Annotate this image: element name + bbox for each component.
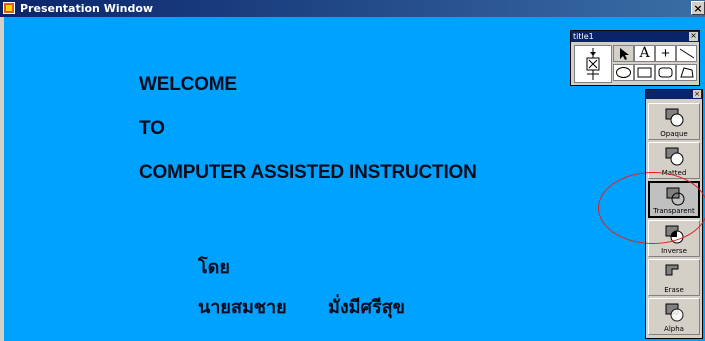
close-window-button[interactable]: × [691,1,705,15]
opaque-icon [665,108,684,127]
author-first-name: นายสมชาย [198,297,287,318]
to-heading: TO [139,118,165,139]
alpha-icon [665,303,684,322]
ink-erase-button[interactable]: Erase [648,259,700,296]
welcome-heading: WELCOME [139,74,237,95]
tool-palette-titlebar[interactable]: title1 × [571,31,699,42]
rectangle-tool-icon[interactable] [634,64,655,81]
ink-panel-titlebar[interactable]: × [646,90,702,99]
ink-inverse-button[interactable]: Inverse [648,220,700,257]
window-title: Presentation Window [20,2,154,15]
rounded-rectangle-tool-icon[interactable] [655,64,676,81]
ink-transparent-button[interactable]: Transparent [648,181,700,218]
ink-opaque-label: Opaque [660,130,688,138]
polygon-tool-icon[interactable] [676,64,697,81]
line-tool-icon[interactable] [676,45,697,62]
cast-member-icon[interactable] [574,45,612,83]
crosshair-tool-icon[interactable]: + [655,45,676,62]
matted-icon [665,147,684,166]
transparent-icon [666,187,685,206]
inverse-icon [665,225,684,244]
ink-transparent-label: Transparent [653,207,695,215]
ink-alpha-label: Alpha [664,325,684,333]
course-title: COMPUTER ASSISTED INSTRUCTION [139,162,477,183]
tool-palette-title: title1 [573,32,594,41]
ink-erase-label: Erase [664,286,684,294]
ink-alpha-button[interactable]: Alpha [648,298,700,335]
app-icon [3,2,15,14]
ink-mode-panel: × Opaque Matted Transparent Inverse Eras… [645,89,703,339]
ink-matted-label: Matted [661,169,687,177]
text-tool-icon[interactable]: A [634,45,655,62]
ink-opaque-button[interactable]: Opaque [648,103,700,140]
presentation-window: Presentation Window × WELCOME TO COMPUTE… [0,0,705,341]
tool-palette-close-button[interactable]: × [689,32,698,41]
title-bar[interactable]: Presentation Window × [0,0,705,17]
ink-inverse-label: Inverse [661,247,687,255]
ink-panel-close-button[interactable]: × [693,90,701,98]
erase-icon [665,264,679,276]
by-label: โดย [198,257,230,278]
tool-palette: title1 × A + [570,30,700,86]
oval-tool-icon[interactable] [613,64,634,81]
arrow-tool-icon[interactable] [613,45,634,62]
author-last-name: มั่งมีศรีสุข [328,297,405,318]
ink-matted-button[interactable]: Matted [648,142,700,179]
